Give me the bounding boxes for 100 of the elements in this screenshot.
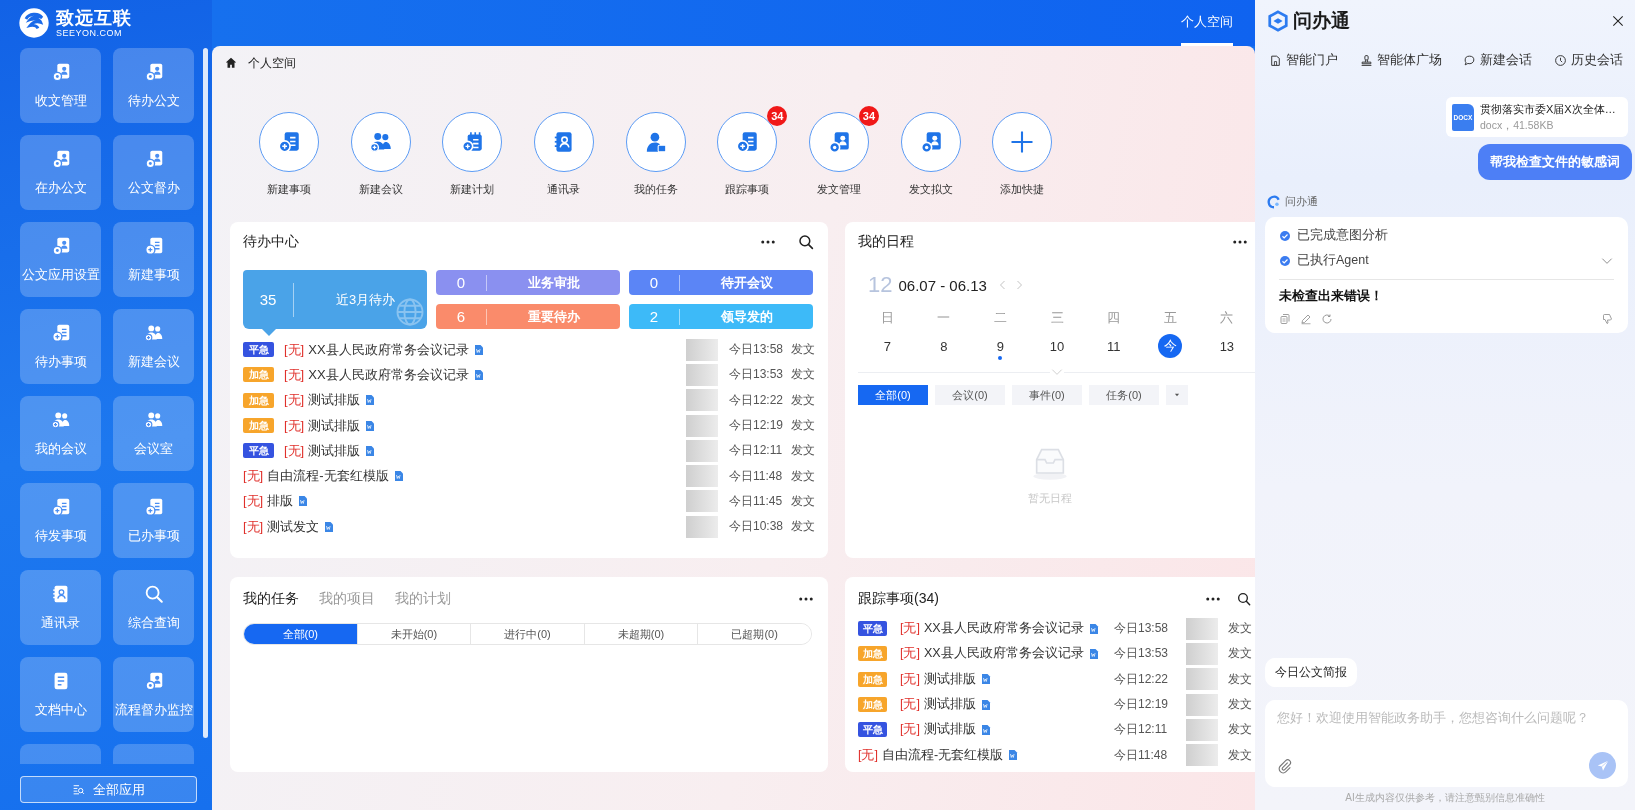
suggestion-chip[interactable]: 今日公文简报 — [1265, 658, 1357, 687]
redacted-block — [686, 439, 718, 462]
day-cell[interactable]: 13 — [1214, 334, 1239, 358]
answer-text: 未检查出来错误！ — [1279, 288, 1384, 305]
row-time: 今日12:11 — [1114, 721, 1166, 739]
nav-link[interactable]: 智能体广场 — [1359, 51, 1442, 69]
weekday-label: 五 — [1162, 309, 1178, 327]
row-title[interactable]: XX县人民政府常务会议记录 — [308, 365, 469, 384]
tile-label: 在办公文 — [34, 179, 87, 197]
row-title[interactable]: XX县人民政府常务会议记录 — [308, 340, 469, 359]
row-category: 发文 — [791, 391, 815, 409]
filter-tab[interactable]: 全部(0) — [858, 385, 928, 405]
nav-link[interactable]: 历史会话 — [1553, 51, 1623, 69]
card-title: 待办中心 — [243, 233, 300, 251]
filter-tab[interactable]: 全部(0) — [244, 624, 357, 644]
row-title[interactable]: XX县人民政府常务会议记录 — [923, 620, 1084, 638]
day-cell[interactable]: 11 — [1101, 334, 1126, 358]
stat-label: 重要待办 — [526, 307, 581, 326]
word-file-icon — [1087, 647, 1100, 660]
word-file-icon — [323, 520, 336, 533]
apps-icon — [72, 783, 85, 796]
day-cell[interactable]: 9 — [988, 334, 1013, 358]
scrollbar[interactable] — [203, 48, 208, 738]
priority-badge: 平急 — [858, 621, 887, 637]
row-title[interactable]: XX县人民政府常务会议记录 — [923, 645, 1084, 663]
filter-tab[interactable]: 事件(0) — [1012, 385, 1082, 405]
stamp-icon — [1359, 53, 1373, 67]
date-range: 06.07 - 06.13 — [898, 276, 987, 294]
priority-badge: 加急 — [858, 671, 887, 687]
doc-mark: [无] — [900, 670, 920, 688]
redacted-block — [1186, 718, 1218, 741]
copy-icon[interactable] — [1279, 313, 1291, 325]
redacted-block — [1186, 617, 1218, 640]
assistant-name: 问办通 — [1285, 194, 1318, 209]
quick-action-label: 新建计划 — [450, 182, 495, 197]
doc-mark: [无] — [243, 492, 264, 511]
tile-label: 待发事项 — [34, 527, 87, 545]
edit-icon[interactable] — [1300, 313, 1312, 325]
tile-label: 综合查询 — [127, 614, 180, 632]
globe-icon — [395, 297, 425, 327]
redacted-block — [686, 363, 718, 386]
tile-label: 新建事项 — [127, 266, 180, 284]
nav-link[interactable]: 智能门户 — [1269, 51, 1338, 69]
stat-count: 0 — [648, 274, 660, 291]
row-category: 发文 — [791, 518, 815, 536]
quick-action-label: 发文拟文 — [908, 182, 953, 197]
close-icon[interactable] — [1611, 14, 1625, 28]
redacted-block — [1186, 642, 1218, 665]
filter-tab[interactable]: 任务(0) — [1089, 385, 1159, 405]
tab[interactable]: 我的任务 — [243, 590, 299, 608]
word-file-icon — [979, 673, 992, 686]
word-file-icon — [364, 419, 377, 432]
row-time: 今日13:58 — [729, 341, 781, 359]
redacted-block — [686, 515, 718, 538]
redacted-block — [686, 389, 718, 412]
priority-badge: 平急 — [858, 722, 887, 738]
row-title[interactable]: 自由流程-无套红模版 — [881, 746, 1004, 764]
doc-mark: [无] — [243, 467, 264, 486]
word-file-icon — [979, 723, 992, 736]
row-title[interactable]: 测试排版 — [308, 416, 361, 435]
home-icon[interactable] — [224, 56, 238, 70]
filter-tab[interactable]: 会议(0) — [935, 385, 1005, 405]
word-file-icon — [1007, 749, 1020, 762]
priority-badge: 加急 — [243, 392, 274, 408]
row-title[interactable]: 测试排版 — [308, 391, 361, 410]
day-cell[interactable]: 10 — [1045, 334, 1070, 358]
priority-badge: 加急 — [858, 697, 887, 713]
row-title[interactable]: 测试排版 — [308, 441, 361, 460]
row-title[interactable]: 测试排版 — [923, 670, 976, 688]
all-apps-button[interactable]: 全部应用 — [20, 776, 197, 803]
attach-icon[interactable] — [1277, 757, 1293, 774]
nav-link[interactable]: 新建会话 — [1463, 51, 1533, 69]
search-icon[interactable] — [1236, 591, 1252, 607]
search-icon[interactable] — [797, 233, 815, 251]
weekday-label: 日 — [879, 309, 895, 327]
row-title[interactable]: 排版 — [267, 492, 294, 511]
filter-tab[interactable]: 已超期(0) — [697, 624, 811, 644]
refresh-icon[interactable] — [1321, 313, 1333, 325]
day-cell[interactable]: 7 — [875, 334, 900, 358]
breadcrumb-text[interactable]: 个人空间 — [248, 54, 296, 72]
stat-label: 业务审批 — [526, 273, 581, 292]
weekday-label: 四 — [1106, 309, 1122, 327]
tile-label: 新建会议 — [127, 353, 180, 371]
word-file-icon — [297, 495, 310, 508]
priority-badge: 平急 — [243, 443, 274, 459]
row-category: 发文 — [791, 341, 815, 359]
row-title[interactable]: 测试发文 — [267, 517, 320, 536]
panel-title: 问办通 — [1293, 9, 1351, 33]
row-category: 发文 — [1228, 620, 1252, 638]
redacted-block — [1186, 744, 1218, 767]
logo-text: 致远互联 — [56, 8, 132, 27]
tile-label: 已办事项 — [127, 527, 180, 545]
message-field[interactable]: 您好！欢迎使用智能政务助手，您想咨询什么问题呢？ — [1277, 710, 1616, 752]
row-title[interactable]: 测试排版 — [923, 696, 976, 714]
day-cell[interactable]: 8 — [931, 334, 956, 358]
row-title[interactable]: 自由流程-无套红模版 — [267, 467, 389, 486]
row-title[interactable]: 测试排版 — [923, 721, 976, 739]
day-cell[interactable]: 今 — [1158, 334, 1183, 358]
message-box[interactable]: 您好！欢迎使用智能政务助手，您想咨询什么问题呢？ — [1265, 700, 1628, 787]
thumbs-down-icon[interactable] — [1602, 313, 1614, 325]
